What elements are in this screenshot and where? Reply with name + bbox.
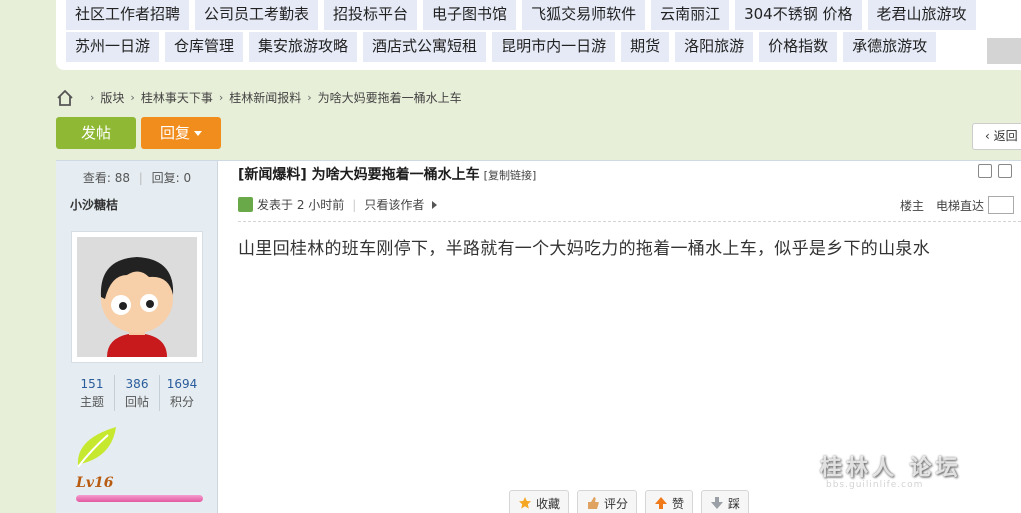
post-body: 山里回桂林的班车刚停下，半路就有一个大妈吃力的拖着一桶水上车，似乎是乡下的山泉水 [238,239,930,259]
top-link[interactable]: 云南丽江 [651,0,730,30]
views-label: 查看: [82,171,111,185]
avatar[interactable] [71,231,203,363]
chevron-right-icon: › [218,91,224,104]
top-links-panel: 社区工作者招聘 公司员工考勤表 招投标平台 电子图书馆 飞狐交易师软件 云南丽江… [56,0,1021,70]
top-link[interactable]: 集安旅游攻略 [249,32,358,62]
reply-arrow-icon[interactable] [998,164,1012,178]
breadcrumb-item[interactable]: 为啥大妈要拖着一桶水上车 [318,89,462,106]
top-link[interactable]: 公司员工考勤表 [195,0,319,30]
author-stats: 151 主题 386 回帖 1694 积分 [70,375,204,411]
floor-jump-input[interactable] [988,196,1015,214]
divider [238,221,1021,222]
stat-value: 1694 [166,377,198,391]
stat-value: 386 [125,377,149,391]
back-button[interactable]: ‹ 返回 [972,123,1021,150]
post-title-text: [新闻爆料] 为啥大妈要拖着一桶水上车 [238,167,480,183]
site-watermark: 桂林人 论坛 [820,456,962,481]
star-icon [519,497,531,509]
home-icon[interactable] [56,89,74,106]
avatar-image [77,237,197,357]
back-label: 返回 [993,129,1018,143]
dislike-label: 踩 [728,496,741,511]
replies-count: 0 [183,171,192,185]
top-link[interactable]: 洛阳旅游 [675,32,754,62]
top-link[interactable]: 老君山旅游攻 [867,0,976,30]
jump-label: 电梯直达 [936,198,985,213]
only-author-link[interactable]: 只看该作者 [364,196,424,213]
site-watermark-url: bbs.guilinlife.com [826,480,924,490]
post-title: [新闻爆料] 为啥大妈要拖着一桶水上车 [复制链接] [238,164,536,184]
level-progress-bar [76,495,203,502]
stat-label: 主题 [79,395,104,409]
views-count: 88 [114,171,130,185]
top-link[interactable]: 期货 [621,32,670,62]
thread-stats: 查看: 88 | 回复: 0 [56,169,218,186]
stat-label: 积分 [169,395,194,409]
stat-label: 回帖 [124,395,149,409]
arrow-up-icon [655,497,668,509]
top-link[interactable]: 承德旅游攻 [843,32,937,62]
chevron-right-icon: › [90,91,95,104]
breadcrumb-item[interactable]: 版块 [100,89,124,106]
top-link[interactable]: 仓库管理 [165,32,244,62]
chevron-right-icon: › [130,91,135,104]
post-actions: 收藏 评分 赞 踩 [509,490,750,513]
breadcrumb-item[interactable]: 桂林事天下事 [141,89,213,106]
post-time: 发表于 2 小时前 [257,198,345,212]
new-post-button[interactable]: 发帖 [56,117,136,149]
breadcrumb-item[interactable]: 桂林新闻报料 [229,89,301,106]
leaf-rank-icon [77,427,116,468]
top-link[interactable]: 304不锈钢 价格 [735,0,862,30]
rate-button[interactable]: 评分 [577,490,638,513]
dislike-button[interactable]: 踩 [701,490,750,513]
top-link[interactable]: 苏州一日游 [66,32,160,62]
top-link[interactable]: 价格指数 [759,32,838,62]
user-level: Lv16 [76,475,114,491]
divider: | [352,197,357,212]
stat-replies[interactable]: 386 回帖 [114,375,159,411]
floor-label: 楼主 [900,198,925,213]
top-link[interactable]: 酒店式公寓短租 [363,32,487,62]
author-sidebar: 查看: 88 | 回复: 0 小沙糖桔 151 主题 386 回帖 1694 积… [56,161,218,513]
thumb-icon [588,497,599,509]
caret-down-icon [194,131,202,136]
top-link[interactable]: 飞狐交易师软件 [522,0,646,30]
author-name[interactable]: 小沙糖桔 [70,196,118,213]
triangle-right-icon [432,200,438,209]
top-link[interactable]: 电子图书馆 [423,0,517,30]
reply-button[interactable]: 回复 [141,117,221,149]
like-label: 赞 [672,496,685,511]
stat-points[interactable]: 1694 积分 [159,375,204,411]
top-link[interactable]: 招投标平台 [324,0,418,30]
print-icon[interactable] [978,164,992,178]
top-link[interactable]: 社区工作者招聘 [66,0,190,30]
top-link[interactable]: 昆明市内一日游 [492,32,616,62]
online-status-icon [238,197,253,212]
post-meta: 发表于 2 小时前 | 只看该作者 [238,196,438,213]
post-tools [978,164,1012,178]
top-links-row-1: 社区工作者招聘 公司员工考勤表 招投标平台 电子图书馆 飞狐交易师软件 云南丽江… [66,0,976,30]
breadcrumb: › 版块 › 桂林事天下事 › 桂林新闻报料 › 为啥大妈要拖着一桶水上车 [56,89,462,106]
top-links-row-2: 苏州一日游 仓库管理 集安旅游攻略 酒店式公寓短租 昆明市内一日游 期货 洛阳旅… [66,32,937,62]
copy-link-button[interactable]: [复制链接] [484,169,537,182]
favorite-label: 收藏 [536,496,561,511]
favorite-button[interactable]: 收藏 [509,490,570,513]
floor-nav: 楼主 电梯直达 [900,196,1015,214]
reply-label: 回复 [159,124,190,142]
ad-close-badge[interactable] [987,38,1021,64]
divider: | [138,171,143,185]
rate-label: 评分 [604,496,629,511]
stat-value: 151 [80,377,104,391]
chevron-right-icon: › [307,91,312,104]
stat-threads[interactable]: 151 主题 [70,375,114,411]
like-button[interactable]: 赞 [645,490,694,513]
arrow-down-icon [711,497,724,509]
replies-label: 回复: [151,171,180,185]
